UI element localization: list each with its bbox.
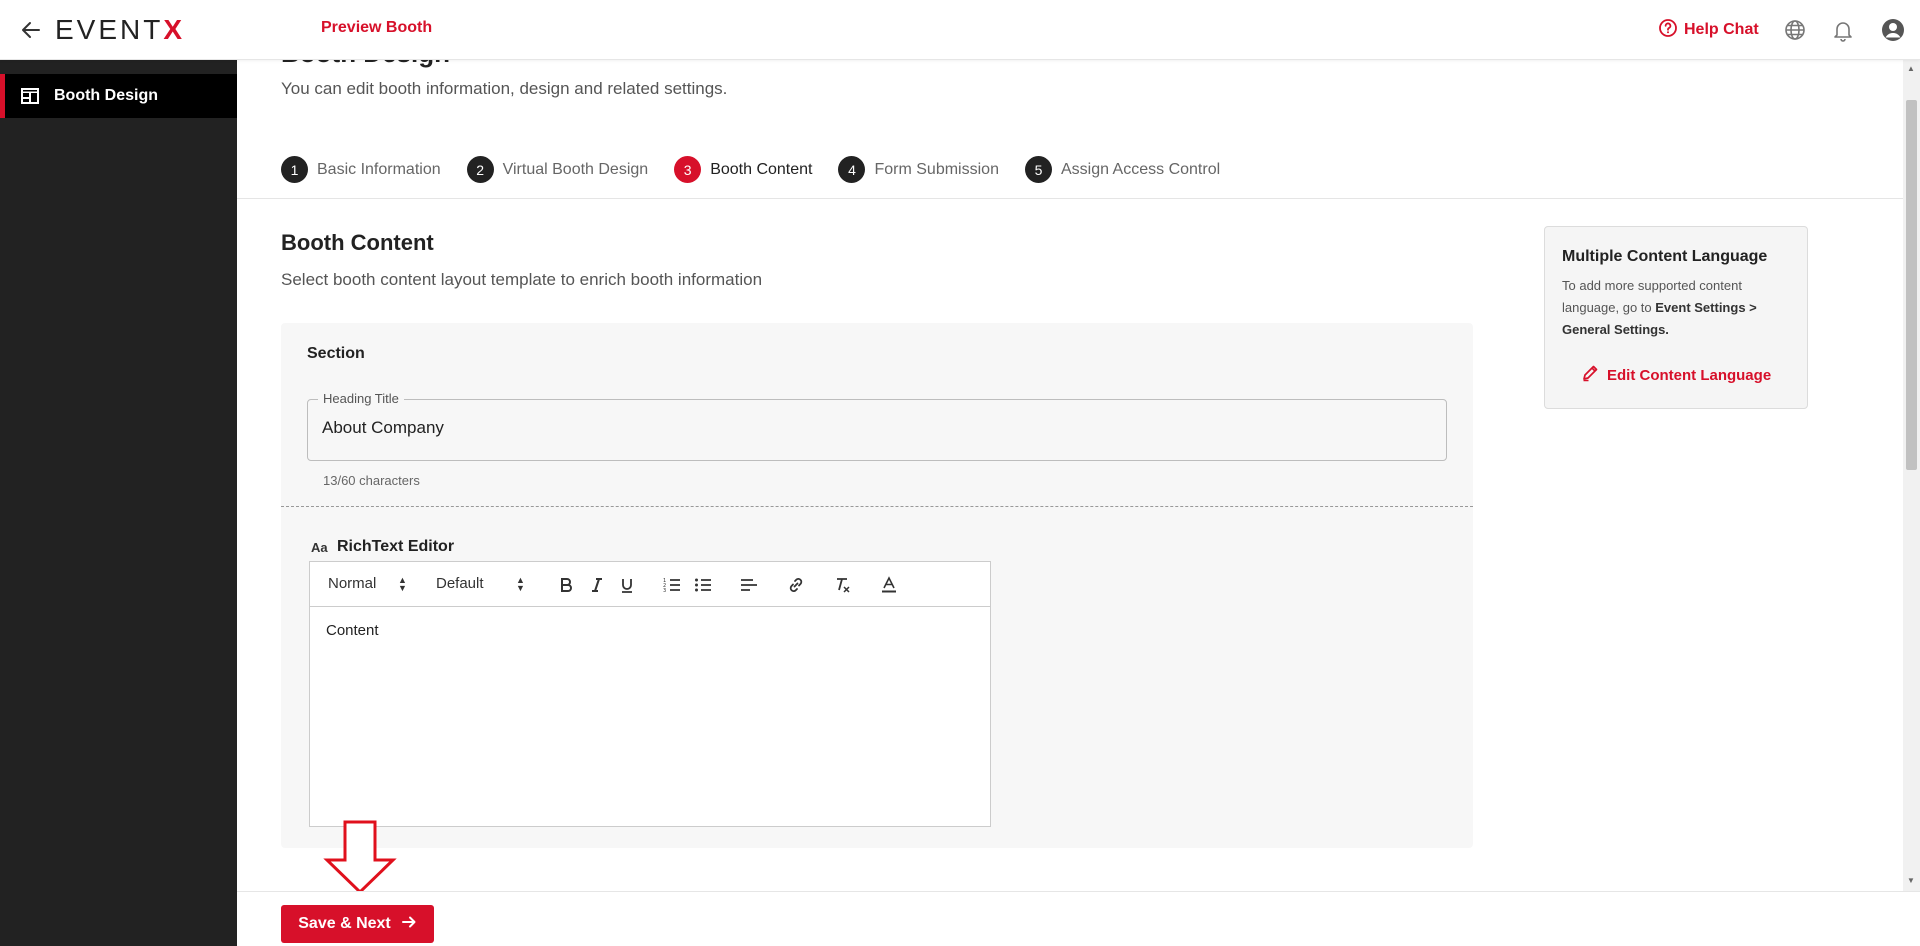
ordered-list-icon[interactable]: 123 (661, 574, 683, 596)
step-label: Booth Content (710, 160, 813, 178)
step-label: Basic Information (317, 160, 441, 178)
page-scrollbar[interactable]: ▲ ▼ (1903, 60, 1920, 891)
content-language-title: Multiple Content Language (1562, 248, 1768, 265)
layout-grid-icon (20, 86, 40, 106)
page-title: Booth Design (281, 60, 450, 69)
content-language-card: Multiple Content Language To add more su… (1544, 226, 1808, 409)
edit-content-language-label: Edit Content Language (1607, 366, 1772, 384)
sidebar-item-booth-design[interactable]: Booth Design (0, 74, 237, 118)
scroll-up-arrow-icon[interactable]: ▲ (1907, 64, 1915, 73)
sidebar-item-label: Booth Design (54, 87, 158, 104)
page-subtitle: You can edit booth information, design a… (281, 79, 728, 98)
scroll-down-arrow-icon[interactable]: ▼ (1907, 876, 1915, 885)
svg-text:3: 3 (663, 588, 666, 593)
footer-bar: Save & Next (237, 891, 1920, 946)
clear-format-icon[interactable] (832, 574, 854, 596)
top-bar: EVENTX Preview Booth Help Chat (0, 0, 1920, 60)
step-virtual-booth-design[interactable]: 2 Virtual Booth Design (466, 156, 649, 183)
rich-text-editor-title: RichText Editor (337, 538, 455, 555)
editor-content[interactable]: Content (326, 622, 379, 639)
step-basic-information[interactable]: 1 Basic Information (281, 156, 441, 183)
step-number: 2 (466, 156, 494, 183)
step-assign-access-control[interactable]: 5 Assign Access Control (1024, 156, 1221, 183)
heading-select[interactable]: Normal ▲ ▼ (328, 575, 408, 593)
help-chat-label: Help Chat (1684, 21, 1759, 38)
scrollbar-thumb[interactable] (1906, 100, 1917, 470)
step-number: 1 (281, 156, 308, 183)
save-next-label: Save & Next (298, 915, 391, 932)
bell-icon[interactable] (1829, 16, 1857, 44)
sidebar: Booth Design (0, 60, 237, 946)
character-count: 13/60 characters (323, 473, 420, 488)
main-content: Booth Design You can edit booth informat… (237, 60, 1903, 946)
heading-title-field[interactable]: Heading Title (307, 391, 1447, 461)
step-number: 3 (674, 156, 702, 183)
step-label: Form Submission (874, 160, 999, 178)
section-label: Section (307, 345, 365, 362)
step-number: 4 (838, 156, 866, 183)
editor-toolbar: Normal ▲ ▼ Default ▲ ▼ 123 (310, 562, 990, 607)
section-title: Booth Content (281, 230, 434, 255)
pencil-icon (1581, 364, 1599, 386)
heading-title-input[interactable] (322, 418, 1422, 438)
stepper: 1 Basic Information 2 Virtual Booth Desi… (281, 156, 1246, 183)
preview-booth-link[interactable]: Preview Booth (321, 19, 432, 37)
content-section-panel: Section Heading Title 13/60 characters A… (281, 323, 1473, 848)
bullet-list-icon[interactable] (692, 574, 714, 596)
bold-icon[interactable] (555, 574, 577, 596)
section-subtitle: Select booth content layout template to … (281, 270, 763, 289)
link-icon[interactable] (785, 574, 807, 596)
step-number: 5 (1024, 156, 1052, 183)
section-divider (281, 506, 1473, 507)
step-label: Assign Access Control (1060, 160, 1221, 178)
user-avatar-icon[interactable] (1879, 16, 1907, 44)
italic-icon[interactable] (586, 574, 608, 596)
align-icon[interactable] (738, 574, 760, 596)
save-next-button[interactable]: Save & Next (281, 905, 434, 943)
heading-title-legend: Heading Title (318, 391, 404, 406)
rich-text-editor: Normal ▲ ▼ Default ▲ ▼ 123 Content (309, 561, 991, 827)
red-down-arrow-annotation (320, 820, 400, 895)
font-select[interactable]: Default ▲ ▼ (436, 575, 526, 593)
text-format-icon: Aa (311, 539, 328, 555)
text-color-icon[interactable] (878, 574, 900, 596)
underline-icon[interactable] (616, 574, 638, 596)
help-circle-icon (1658, 18, 1678, 43)
stepper-divider (237, 198, 1903, 199)
content-language-description: To add more supported content language, … (1562, 278, 1757, 337)
step-form-submission[interactable]: 4 Form Submission (838, 156, 999, 183)
edit-content-language-link[interactable]: Edit Content Language (1581, 364, 1771, 386)
active-indicator (0, 74, 5, 118)
eventx-logo[interactable]: EVENTX (55, 14, 185, 46)
globe-icon[interactable] (1781, 16, 1809, 44)
arrow-right-icon (401, 914, 417, 935)
step-booth-content[interactable]: 3 Booth Content (674, 156, 812, 183)
rich-text-editor-header: Aa RichText Editor (311, 538, 454, 556)
help-chat-button[interactable]: Help Chat (1658, 17, 1759, 43)
step-label: Virtual Booth Design (502, 160, 649, 178)
back-arrow-icon[interactable] (18, 17, 44, 43)
